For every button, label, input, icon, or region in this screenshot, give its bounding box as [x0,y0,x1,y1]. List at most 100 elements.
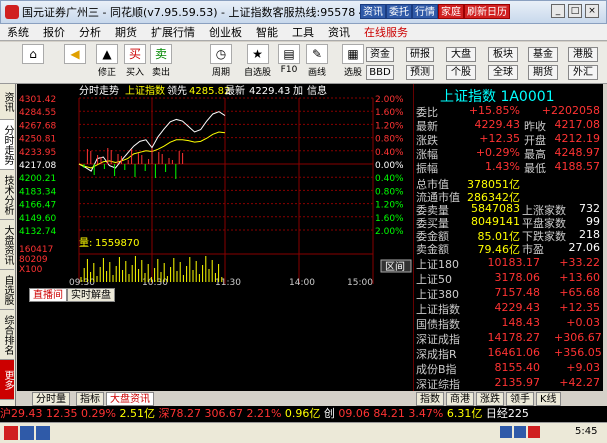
index-tab[interactable]: 商港 [446,392,474,406]
left-tick-label: 4132.74 [19,227,56,237]
home-tool[interactable]: ⌂ [22,44,44,65]
quote-value2: 732 [579,202,600,215]
app3-icon[interactable] [36,426,50,440]
buy-tool[interactable]: 买买入 [124,44,146,78]
tab-live-room[interactable]: 直播间 [29,288,67,302]
close-button[interactable]: × [585,4,599,18]
quote-value: +15.85% [468,104,520,117]
menu-smart[interactable]: 智能 [249,24,285,40]
market-button[interactable]: 大盘 [446,47,476,62]
filter-icon: ▦ [342,44,364,64]
select-stock-tool[interactable]: ▦ 选股 [342,44,364,78]
home-button[interactable]: 家庭 [438,4,464,19]
sidebar-item-technical[interactable]: 技术分析 [0,170,14,220]
sidebar-item-intraday[interactable]: 分时走势 [0,120,14,170]
index-change: +65.68 [559,286,600,299]
buy-icon: 买 [124,44,146,64]
quote-row: 委卖量 5847083 上涨家数 732 [414,202,602,217]
period-tool[interactable]: ◷ 周期 [210,44,232,78]
quote-button[interactable]: 行情 [412,4,438,19]
quote-value: 5847083 [471,202,520,215]
left-tick-label: 4233.95 [19,148,56,158]
index-tab[interactable]: 涨跌 [476,392,504,406]
menu-gem[interactable]: 创业板 [202,24,249,40]
funds-button[interactable]: 基金 [528,47,558,62]
quote-row: 上证50 3178.06 +13.60 [414,271,602,286]
index-change: +9.03 [566,361,600,374]
back-tool[interactable]: ◀ [64,44,86,65]
app-icon[interactable] [4,426,18,440]
research-button[interactable]: 研报 [406,47,434,62]
fund-button[interactable]: 资金 [366,47,394,62]
sell-icon: 卖 [150,44,172,64]
draw-tool[interactable]: ✎ 画线 [306,44,328,78]
calendar-button[interactable]: 刷新日历 [464,4,510,19]
tray-icon-3[interactable] [528,426,540,438]
menu-tools[interactable]: 工具 [285,24,321,40]
menu-info[interactable]: 资讯 [321,24,357,40]
sidebar-item-ranking[interactable]: 综合排名 [0,310,14,360]
index-name: 上证50 [416,273,452,286]
quote-row: 涨幅 +0.29% 最高 4248.97 [414,146,602,161]
index-tab[interactable]: 领手 [506,392,534,406]
sidebar-item-news[interactable]: 资讯 [0,84,14,120]
sidebar-item-watchlist[interactable]: 自选股 [0,270,14,310]
hk-button[interactable]: 港股 [568,47,598,62]
menu-online[interactable]: 在线服务 [357,24,415,40]
volume-tick-label: X100 [19,265,43,275]
index-change: +12.35 [559,301,600,314]
sidebar: 资讯 分时走势 技术分析 大盘资讯 自选股 综合排名 更多 [0,84,16,408]
tab-time-volume[interactable]: 分时量 [32,392,70,406]
futures-button[interactable]: 期货 [528,65,558,80]
news-button[interactable]: 资讯 [360,4,386,19]
f10-tool[interactable]: ▤ F10 [278,44,300,75]
toolbar: ⌂ ◀ ▲ 修正 买买入 卖卖出 ◷ 周期 ★ 自选股 ▤ F10 ✎ 画线 ▦ 选股 资金… [0,42,607,84]
index-value: 16461.06 [487,346,541,359]
index-change: +306.67 [554,331,602,344]
sell-tool[interactable]: 卖卖出 [150,44,172,78]
menu-extended[interactable]: 扩展行情 [144,24,202,40]
volume-tick-label: 160417 [19,245,53,255]
app2-icon[interactable] [20,426,34,440]
forecast-button[interactable]: 预测 [406,65,434,80]
tray-icon-2[interactable] [514,426,526,438]
menu-analysis[interactable]: 分析 [72,24,108,40]
sidebar-item-more[interactable]: 更多 [0,360,14,400]
status-nikkei: 日经225 [485,407,529,420]
index-tab[interactable]: K线 [536,392,561,406]
status-cy-amount: 6.31亿 [446,407,483,420]
menu-futures[interactable]: 期货 [108,24,144,40]
right-tick-label: 1.60% [375,108,404,118]
index-value: 3178.06 [494,271,541,284]
entrust-button[interactable]: 委托 [386,4,412,19]
tab-live-analysis[interactable]: 实时解盘 [67,288,115,302]
quote-value2: 4217.08 [554,118,601,131]
index-value: 7157.48 [494,286,541,299]
tray-icon-1[interactable] [500,426,512,438]
index-name: 深证综指 [416,378,460,391]
chart-info-button[interactable]: 信息 [307,84,327,97]
bbd-button[interactable]: BBD [366,65,394,80]
sidebar-item-market-info[interactable]: 大盘资讯 [0,220,14,270]
chart-add-button[interactable]: 加 [293,85,303,97]
sector-button[interactable]: 板块 [488,47,518,62]
watchlist-tool[interactable]: ★ 自选股 [244,44,271,78]
quote-row: 深成指R 16461.06 +356.05 [414,346,602,361]
fix-tool[interactable]: ▲ 修正 [96,44,118,78]
index-tab[interactable]: 指数 [416,392,444,406]
quote-panel: 上证指数 1A0001 委比 +15.85% +2202058 最新 4229.43 昨收… [413,84,603,406]
global-button[interactable]: 全球 [488,65,518,80]
menu-quote[interactable]: 报价 [36,24,72,40]
quote-row: 上证380 7157.48 +65.68 [414,286,602,301]
quote-value2: 4248.97 [554,146,601,159]
stock-button[interactable]: 个股 [446,65,476,80]
forex-button[interactable]: 外汇 [568,65,598,80]
status-sh-change: 12.35 [46,407,78,420]
menu-system[interactable]: 系统 [0,24,36,40]
minimize-button[interactable]: _ [551,4,565,18]
quote-row: 国债指数 148.43 +0.03 [414,316,602,331]
tab-market-info[interactable]: 大盘资讯 [106,392,154,406]
maximize-button[interactable]: □ [568,4,582,18]
quote-row: 成份B指 8155.40 +9.03 [414,361,602,376]
tab-indicator[interactable]: 指标 [76,392,104,406]
